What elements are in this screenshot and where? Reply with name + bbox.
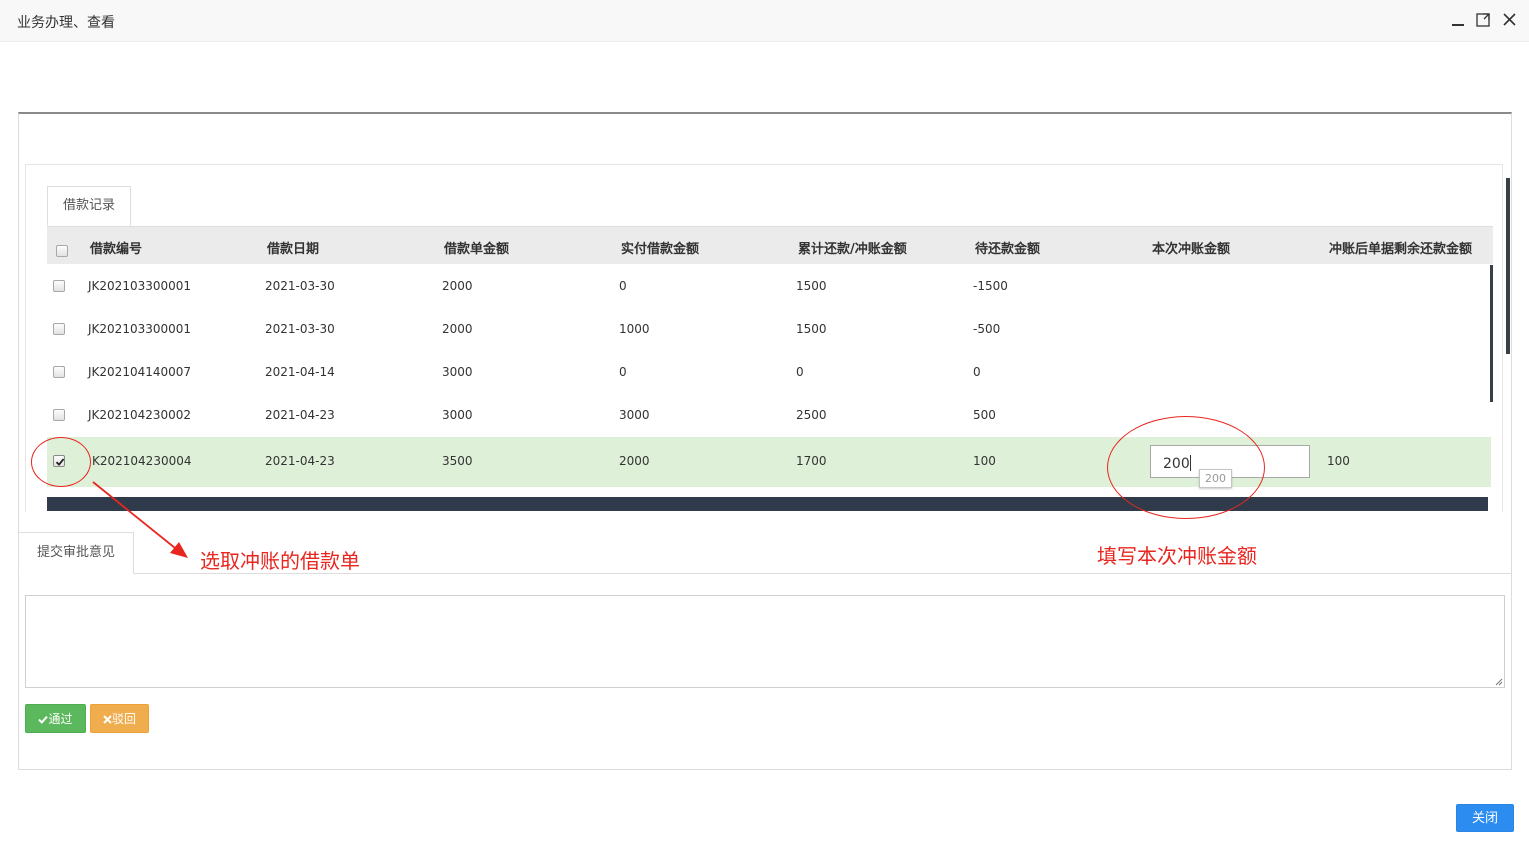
- tab-divider: [25, 573, 1512, 574]
- annotation-arrow-icon: [92, 481, 188, 558]
- reject-button[interactable]: 驳回: [90, 704, 149, 733]
- close-button[interactable]: 关闭: [1456, 804, 1514, 832]
- approval-comment-textarea[interactable]: [25, 595, 1505, 688]
- resize-grip-icon[interactable]: [1494, 677, 1503, 686]
- x-icon: [103, 715, 112, 724]
- annotation-fill-hint: 填写本次冲账金额: [1097, 544, 1257, 568]
- pass-button[interactable]: 通过: [25, 704, 86, 733]
- pass-label: 通过: [48, 712, 73, 726]
- check-icon: [38, 715, 49, 724]
- tab-approval-comment[interactable]: 提交审批意见: [18, 532, 134, 574]
- reject-label: 驳回: [111, 712, 136, 726]
- annotation-select-hint: 选取冲账的借款单: [200, 549, 360, 573]
